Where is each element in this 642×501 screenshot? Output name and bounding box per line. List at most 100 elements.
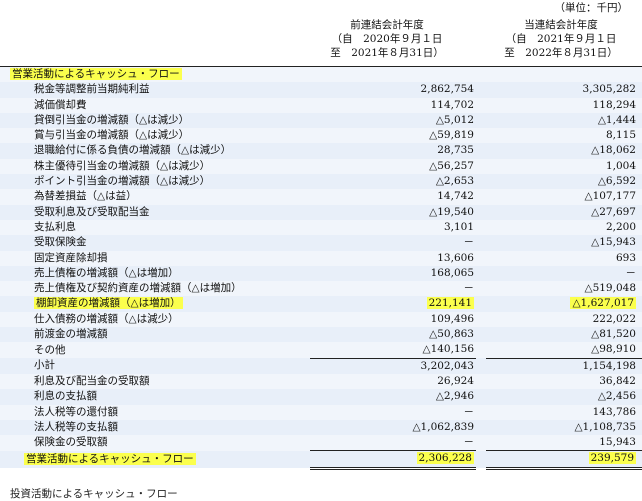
curr-value: 143,786 [592,405,636,418]
prev-value: 2,306,228 [416,452,474,465]
prev-value: － [463,236,475,249]
prev-value: － [463,405,475,418]
table-row: 受取保険金 － △15,943 [0,235,642,251]
row-label: 売上債権及び契約資産の増減額（△は増加） [34,282,242,295]
row-label: 法人税等の還付額 [34,405,118,418]
curr-value: △81,520 [591,328,636,341]
row-label: 仕入債務の増減額（△は減少） [34,312,179,325]
prev-period-header: 前連結会計年度 （自 2020年９月１日 至 2021年８月31日） [312,18,462,60]
prev-value: △19,540 [429,205,474,218]
table-row: 賞与引当金の増減額（△は減少） △59,819 8,115 [0,128,642,144]
prev-period-from: （自 2020年９月１日 [331,33,443,45]
table-row: 法人税等の支払額 △1,062,839 △1,108,735 [0,419,642,436]
table-row: 税金等調整前当期純利益 2,862,754 3,305,282 [0,82,642,98]
prev-value: 14,742 [437,190,474,203]
curr-value: 693 [615,251,636,264]
prev-value: 13,606 [437,251,474,264]
table-row: 減価償却費 114,702 118,294 [0,97,642,113]
table-row: 売上債権の増減額（△は増加） 168,065 － [0,265,642,282]
row-label: 利息の支払額 [34,390,97,403]
curr-value: 1,154,198 [582,359,636,372]
table-row: 売上債権及び契約資産の増減額（△は増加） － △519,048 [0,281,642,297]
table-row: 貸倒引当金の増減額（△は減少） △5,012 △1,444 [0,112,642,129]
prev-value: △56,257 [429,159,474,172]
curr-value: △98,910 [591,343,636,356]
prev-value: － [463,436,475,449]
table-row: 支払利息 3,101 2,200 [0,219,642,236]
row-label: 棚卸資産の増減額（△は増加） [34,297,183,310]
row-label: 受取保険金 [34,236,87,249]
curr-value: 222,022 [592,312,636,325]
cash-flow-table: 営業活動によるキャッシュ・フロー 税金等調整前当期純利益 2,862,754 3,30… [0,67,642,470]
row-label: 貸倒引当金の増減額（△は減少） [34,113,190,126]
table-row: 棚卸資産の増減額（△は増加） 221,141 △1,627,017 [0,296,642,312]
prev-value: △5,012 [435,113,474,126]
curr-value: △1,444 [597,113,636,126]
curr-value: － [625,266,637,279]
row-label: 法人税等の支払額 [34,420,118,433]
table-row: 仕入債務の増減額（△は減少） 109,496 222,022 [0,311,642,328]
cut-off-section-label: 投資活動によるキャッシュ・フロー [10,488,178,500]
curr-value: 36,842 [599,374,636,387]
row-label: 保険金の受取額 [34,436,108,449]
prev-period-to: 至 2021年８月31日） [330,47,444,59]
curr-value: 8,115 [605,129,636,142]
table-row: 保険金の受取額 － 15,943 [0,435,642,451]
curr-value: △519,048 [584,282,637,295]
curr-value: 1,004 [605,159,636,172]
row-label: ポイント引当金の増減額（△は減少） [34,175,211,188]
prev-value: △50,863 [429,328,474,341]
row-label: 固定資産除却損 [34,251,108,264]
row-label: 売上債権の増減額（△は増加） [34,266,179,279]
row-label: 前渡金の増減額 [34,328,108,341]
curr-period-to: 至 2022年８月31日） [504,47,618,59]
prev-value: 109,496 [430,312,474,325]
prev-value: △59,819 [429,129,474,142]
curr-value: △6,592 [597,175,636,188]
table-row: 利息の支払額 △2,946 △2,456 [0,389,642,405]
row-label: その他 [34,343,66,356]
curr-value: △107,177 [584,190,637,203]
prev-value: 26,924 [437,374,474,387]
curr-value: △18,062 [591,144,636,157]
prev-value: 221,141 [426,297,474,310]
curr-value: 2,200 [605,220,636,233]
row-label: 賞与引当金の増減額（△は減少） [34,129,190,142]
prev-period-title: 前連結会計年度 [350,19,424,31]
table-row: 受取利息及び受取配当金 △19,540 △27,697 [0,204,642,220]
table-row: 株主優待引当金の増減額（△は減少） △56,257 1,004 [0,158,642,175]
table-row: 営業活動によるキャッシュ・フロー 2,306,228 239,579 [0,450,642,470]
table-row: 小計 3,202,043 1,154,198 [0,357,642,374]
prev-value: △140,156 [422,343,475,356]
row-label: 利息及び配当金の受取額 [34,374,150,387]
curr-value: △2,456 [597,390,636,403]
row-label: 為替差損益（△は益） [34,190,137,203]
table-row: 前渡金の増減額 △50,863 △81,520 [0,327,642,343]
curr-period-header: 当連結会計年度 （自 2021年９月１日 至 2022年８月31日） [486,18,636,60]
prev-value: 114,702 [430,98,474,111]
prev-value: 28,735 [437,144,474,157]
prev-value: 168,065 [430,266,474,279]
curr-value: 239,579 [588,452,636,465]
prev-value: － [463,282,475,295]
curr-value: △27,697 [591,205,636,218]
unit-note: （単位：千円） [554,2,629,14]
table-row: 法人税等の還付額 － 143,786 [0,404,642,420]
prev-value: △1,062,839 [412,420,474,433]
row-label: 税金等調整前当期純利益 [34,83,150,96]
table-row: 利息及び配当金の受取額 26,924 36,842 [0,373,642,390]
curr-period-from: （自 2021年９月１日 [505,33,617,45]
curr-value: △1,627,017 [570,297,636,310]
row-label: 支払利息 [34,220,76,233]
prev-value: 3,101 [443,220,474,233]
table-row: その他 △140,156 △98,910 [0,342,642,359]
prev-value: 3,202,043 [420,359,474,372]
table-row: 営業活動によるキャッシュ・フロー [0,67,642,83]
curr-value: 3,305,282 [582,83,636,96]
curr-period-title: 当連結会計年度 [524,19,598,31]
table-row: 為替差損益（△は益） 14,742 △107,177 [0,189,642,205]
row-label: 退職給付に係る負債の増減額（△は減少） [34,144,232,157]
curr-value: 15,943 [599,436,636,449]
prev-value: △2,946 [435,390,474,403]
table-row: 固定資産除却損 13,606 693 [0,250,642,266]
